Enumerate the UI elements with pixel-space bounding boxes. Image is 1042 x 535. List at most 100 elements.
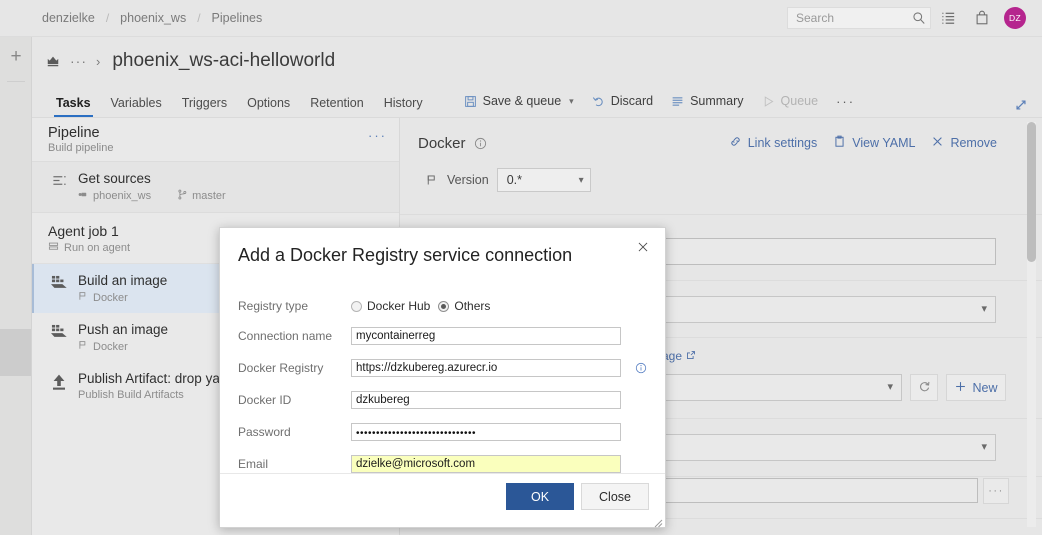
discard-label: Discard — [610, 94, 654, 108]
azure-devops-pipeline-editor: denzielke / phoenix_ws / Pipelines Searc… — [0, 0, 1042, 535]
background-help-link[interactable]: age — [662, 349, 696, 363]
get-sources-title: Get sources — [78, 171, 151, 186]
view-yaml-label: View YAML — [852, 136, 916, 150]
detail-scrollbar[interactable] — [1027, 122, 1036, 527]
detail-title: Docker — [418, 134, 466, 152]
radio-others[interactable]: Others — [438, 299, 490, 313]
queue-button[interactable]: Queue — [753, 90, 828, 112]
new-button-label: New — [972, 380, 998, 395]
external-link-icon — [686, 349, 696, 363]
summary-button[interactable]: Summary — [662, 90, 752, 112]
title-overflow-button[interactable]: ··· — [70, 53, 87, 69]
connection-name-label: Connection name — [238, 329, 333, 343]
password-label: Password — [238, 425, 291, 439]
background-browse-button[interactable]: ··· — [983, 478, 1009, 504]
save-icon — [464, 95, 477, 108]
pipeline-header-title: Pipeline — [48, 125, 100, 141]
add-docker-registry-dialog: Add a Docker Registry service connection… — [219, 227, 666, 528]
summary-label: Summary — [690, 94, 744, 108]
task-subtitle: Docker — [93, 340, 128, 353]
breadcrumb-project[interactable]: phoenix_ws — [118, 11, 188, 25]
resize-grip-icon[interactable] — [653, 515, 663, 528]
more-commands-button[interactable]: ··· — [827, 90, 864, 112]
remove-button[interactable]: Remove — [924, 132, 1004, 154]
flag-icon — [426, 174, 438, 186]
task-title: Build an image — [78, 273, 168, 288]
agent-job-meta: Run on agent — [48, 241, 130, 255]
tab-retention[interactable]: Retention — [300, 96, 374, 117]
new-project-button[interactable]: + — [0, 37, 32, 77]
email-label: Email — [238, 457, 269, 471]
search-placeholder: Search — [796, 11, 835, 25]
docker-registry-row: Docker Registry https://dzkubereg.azurec… — [238, 358, 665, 378]
task-meta: Publish Build Artifacts — [78, 389, 220, 401]
publish-upload-icon — [48, 371, 70, 391]
flag-icon — [78, 291, 88, 304]
task-title: Push an image — [78, 322, 169, 337]
expand-diagonal-icon[interactable] — [1014, 98, 1042, 117]
discard-button[interactable]: Discard — [583, 90, 662, 112]
docker-registry-label: Docker Registry — [238, 361, 324, 375]
task-meta: Docker — [78, 340, 168, 353]
info-circle-icon[interactable] — [474, 137, 487, 150]
git-repo-icon — [78, 189, 89, 203]
tab-options[interactable]: Options — [237, 96, 300, 117]
version-select[interactable]: 0.* ▾ — [496, 168, 591, 192]
radio-others-label: Others — [454, 299, 491, 313]
dialog-buttons: OK Close — [506, 483, 649, 510]
save-and-queue-label: Save & queue — [482, 94, 562, 108]
ok-button[interactable]: OK — [506, 483, 574, 510]
radio-docker-hub[interactable]: Docker Hub — [351, 299, 430, 313]
detail-actions: Link settings View YAML Remove — [722, 132, 1026, 154]
pipeline-title-row: ··· › phoenix_ws-aci-helloworld — [32, 37, 1042, 85]
play-triangle-icon — [762, 95, 775, 108]
chevron-down-icon: ▾ — [887, 381, 893, 393]
registry-type-radio-group: Docker Hub Others — [351, 299, 490, 313]
marketplace-bag-icon[interactable] — [965, 1, 999, 35]
close-button[interactable]: Close — [581, 483, 649, 510]
version-label: Version — [447, 173, 489, 187]
connection-name-input[interactable]: mycontainerreg — [351, 327, 621, 345]
tab-history[interactable]: History — [374, 96, 433, 117]
search-icon — [912, 11, 926, 25]
docker-id-input[interactable]: dzkubereg — [351, 391, 621, 409]
tab-tasks[interactable]: Tasks — [46, 96, 101, 117]
chevron-down-icon: ▾ — [981, 441, 987, 453]
chevron-down-icon: ▾ — [578, 174, 584, 186]
undo-icon — [592, 95, 605, 108]
email-input[interactable]: dzielke@microsoft.com — [351, 455, 621, 473]
agent-job-subtitle: Run on agent — [64, 242, 131, 254]
breadcrumb-org[interactable]: denzielke — [40, 11, 97, 25]
task-title: Publish Artifact: drop ya — [78, 371, 220, 386]
docker-registry-input[interactable]: https://dzkubereg.azurecr.io — [351, 359, 621, 377]
save-and-queue-button[interactable]: Save & queue ▾ — [455, 90, 583, 112]
tab-variables[interactable]: Variables — [101, 96, 172, 117]
registry-type-label: Registry type — [238, 299, 309, 313]
scrollbar-thumb[interactable] — [1027, 122, 1036, 262]
radio-others-indicator — [438, 300, 450, 312]
breadcrumb-pipelines[interactable]: Pipelines — [210, 11, 265, 25]
new-service-connection-button[interactable]: New — [946, 374, 1006, 401]
branch-name: master — [192, 190, 226, 202]
link-settings-button[interactable]: Link settings — [722, 132, 824, 154]
search-input[interactable]: Search — [787, 7, 931, 29]
task-text: Publish Artifact: drop ya Publish Build … — [78, 371, 220, 401]
version-value: 0.* — [506, 173, 522, 187]
work-items-icon[interactable] — [931, 1, 965, 35]
chevron-down-icon: ▾ — [569, 95, 574, 106]
breadcrumb-separator: / — [197, 11, 201, 25]
refresh-button[interactable] — [910, 374, 938, 401]
pipeline-header[interactable]: Pipeline Build pipeline ··· — [32, 118, 399, 162]
close-x-icon[interactable] — [632, 236, 654, 258]
tab-triggers[interactable]: Triggers — [172, 96, 237, 117]
repo-name: phoenix_ws — [93, 190, 152, 202]
dialog-title: Add a Docker Registry service connection — [238, 245, 573, 265]
agent-job-title: Agent job 1 — [48, 223, 119, 239]
pipeline-header-menu[interactable]: ··· — [368, 128, 387, 143]
docker-registry-info-icon[interactable] — [635, 362, 647, 374]
avatar[interactable]: DZ — [1004, 7, 1026, 29]
password-input[interactable]: •••••••••••••••••••••••••••••• — [351, 423, 621, 441]
task-subtitle: Publish Build Artifacts — [78, 389, 184, 401]
get-sources-row[interactable]: Get sources phoenix_ws master — [32, 162, 399, 213]
view-yaml-button[interactable]: View YAML — [826, 132, 922, 154]
